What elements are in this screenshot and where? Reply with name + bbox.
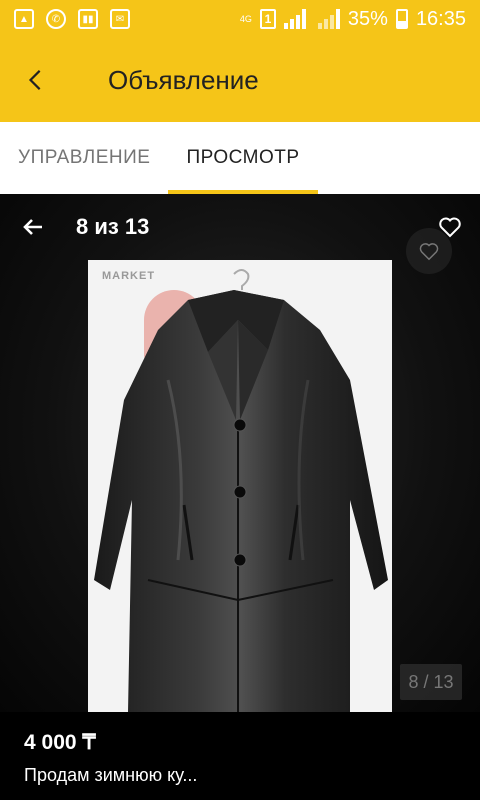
network-type-label: 4G xyxy=(239,13,252,24)
tab-bar: УПРАВЛЕНИЕ ПРОСМОТР xyxy=(0,122,480,194)
battery-percent: 35% xyxy=(347,7,388,30)
page-indicator-badge: 8 / 13 xyxy=(400,664,462,700)
back-button[interactable] xyxy=(0,38,72,122)
leather-coat-image xyxy=(94,269,388,712)
app-bar: Объявление xyxy=(0,38,480,122)
tab-preview[interactable]: ПРОСМОТР xyxy=(168,122,318,194)
battery-icon xyxy=(395,9,408,29)
clock: 16:35 xyxy=(415,7,466,30)
listing-photo[interactable]: MARKET xyxy=(88,260,392,712)
listing-price: 4 000 ₸ xyxy=(24,731,96,754)
status-bar: ▲ ✆ ▮▮ ✉ 4G 1 35% 16:35 xyxy=(0,0,480,38)
arrow-left-icon xyxy=(23,219,42,235)
missed-call-icon: ✆ xyxy=(46,9,66,29)
signal-strength-icon xyxy=(283,9,310,29)
listing-title: Продам зимнюю ку... xyxy=(24,765,198,785)
signal-notification-icon: ▮▮ xyxy=(78,9,98,29)
sim-icon: 1 xyxy=(259,9,276,29)
listing-info[interactable]: 4 000 ₸ Продам зимнюю ку... xyxy=(0,712,480,800)
system-indicators: 4G 1 35% 16:35 xyxy=(240,8,466,31)
photo-counter: 8 из 13 xyxy=(76,214,150,239)
signal-strength-icon-2 xyxy=(317,9,340,29)
gallery-back-button[interactable] xyxy=(0,194,66,260)
favorite-button[interactable] xyxy=(420,194,480,260)
heart-icon xyxy=(439,217,461,238)
image-notification-icon: ▲ xyxy=(14,9,34,29)
mail-notification-icon: ✉ xyxy=(110,9,130,29)
notification-icons: ▲ ✆ ▮▮ ✉ xyxy=(14,9,130,29)
photo-gallery[interactable]: MARKET 8 из 13 8 / 13 xyxy=(0,194,480,712)
chevron-left-icon xyxy=(28,70,41,90)
page-title: Объявление xyxy=(108,64,259,95)
gallery-toolbar: 8 из 13 xyxy=(0,194,480,260)
tab-manage[interactable]: УПРАВЛЕНИЕ xyxy=(18,122,150,194)
